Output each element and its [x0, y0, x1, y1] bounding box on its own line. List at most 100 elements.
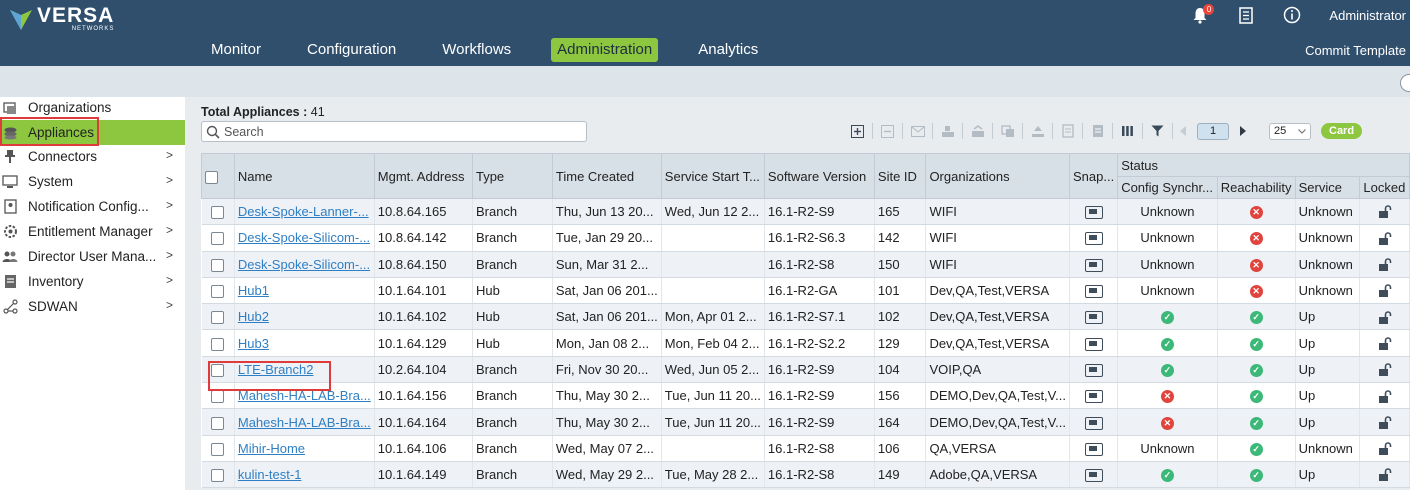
snapshot-icon[interactable]: [1084, 232, 1103, 246]
appliance-name-link[interactable]: Desk-Spoke-Silicom-...: [238, 257, 370, 272]
snapshot-icon[interactable]: [1084, 285, 1103, 299]
column-header-service[interactable]: Service: [1294, 176, 1361, 199]
snapshot-icon[interactable]: [1084, 469, 1103, 483]
appliance-name-link[interactable]: Desk-Spoke-Silicom-...: [238, 230, 370, 245]
row-checkbox[interactable]: [211, 416, 225, 430]
email-button[interactable]: [908, 123, 927, 140]
nav-administration[interactable]: Administration: [551, 38, 659, 62]
table-row[interactable]: Mahesh-HA-LAB-Bra... 10.1.64.164 Branch Thu…: [201, 408, 1410, 436]
row-checkbox[interactable]: [211, 390, 225, 404]
appliance-name-link[interactable]: Hub2: [238, 309, 269, 324]
search-input[interactable]: Search: [201, 121, 587, 142]
sidebar-item-entitlement-manager[interactable]: Entitlement Manager >: [0, 219, 185, 244]
upload-button[interactable]: [1028, 123, 1047, 140]
row-checkbox[interactable]: [211, 442, 225, 456]
clone-button[interactable]: [998, 123, 1017, 140]
row-select[interactable]: [201, 224, 235, 252]
column-header-time-created[interactable]: Time Created: [551, 153, 662, 199]
refresh-circle-button[interactable]: [1400, 74, 1410, 92]
unlock-icon[interactable]: [1378, 231, 1392, 246]
row-select[interactable]: [201, 408, 235, 436]
sidebar-item-inventory[interactable]: Inventory >: [0, 269, 185, 294]
unlock-icon[interactable]: [1378, 389, 1392, 404]
previous-page-button[interactable]: [1178, 123, 1188, 140]
sync-button[interactable]: [968, 123, 987, 140]
sidebar-item-sdwan[interactable]: SDWAN >: [0, 294, 185, 319]
table-row[interactable]: Hub1 10.1.64.101 Hub Sat, Jan 06 201... 16.1…: [201, 277, 1410, 305]
table-row[interactable]: Mihir-Home 10.1.64.106 Branch Wed, May 07 2…: [201, 435, 1410, 462]
commit-template-button[interactable]: Commit Template: [1305, 43, 1406, 58]
row-checkbox[interactable]: [211, 337, 225, 351]
column-header-config-sync[interactable]: Config Synchr...: [1117, 176, 1218, 199]
column-header-software-version[interactable]: Software Version: [763, 153, 875, 199]
appliance-name-link[interactable]: Hub1: [238, 283, 269, 298]
table-row[interactable]: kulin-test-1 10.1.64.149 Branch Wed, May 29…: [201, 461, 1410, 489]
appliance-name-link[interactable]: Hub3: [238, 336, 269, 351]
appliance-name-link[interactable]: Desk-Spoke-Lanner-...: [238, 204, 369, 219]
snapshot-icon[interactable]: [1084, 337, 1103, 351]
table-row[interactable]: Hub3 10.1.64.129 Hub Mon, Jan 08 2... Mon, F…: [201, 329, 1410, 357]
row-select[interactable]: [201, 461, 235, 489]
table-row[interactable]: LTE-Branch2 10.2.64.104 Branch Fri, Nov 30 …: [201, 356, 1410, 384]
tasks-button[interactable]: [1234, 3, 1258, 27]
snapshot-icon[interactable]: [1084, 206, 1103, 220]
unlock-icon[interactable]: [1378, 442, 1392, 456]
row-checkbox[interactable]: [211, 232, 225, 246]
unlock-icon[interactable]: [1378, 416, 1392, 430]
snapshot-icon[interactable]: [1084, 390, 1103, 404]
export-button[interactable]: [1058, 123, 1077, 140]
column-header-type[interactable]: Type: [471, 153, 553, 199]
report-button[interactable]: [1088, 123, 1107, 140]
column-chooser-button[interactable]: [1118, 123, 1137, 140]
column-header-mgmt-address[interactable]: Mgmt. Address: [373, 153, 473, 199]
row-checkbox[interactable]: [211, 285, 225, 299]
row-select[interactable]: [201, 435, 235, 462]
row-select[interactable]: [201, 198, 235, 226]
notifications-button[interactable]: 0: [1188, 3, 1215, 27]
user-menu[interactable]: Administrator: [1329, 8, 1406, 23]
unlock-icon[interactable]: [1378, 310, 1392, 325]
snapshot-icon[interactable]: [1084, 442, 1103, 456]
row-checkbox[interactable]: [211, 469, 225, 483]
table-row[interactable]: Hub2 10.1.64.102 Hub Sat, Jan 06 201... Mon,…: [201, 303, 1410, 331]
select-all-header[interactable]: [201, 153, 235, 199]
add-button[interactable]: [848, 123, 867, 140]
select-all-checkbox[interactable]: [205, 170, 218, 184]
column-header-service-start-time[interactable]: Service Start T...: [660, 153, 765, 199]
sidebar-item-notification-config[interactable]: Notification Config... >: [0, 194, 185, 219]
column-header-site-id[interactable]: Site ID: [873, 153, 927, 199]
deploy-button[interactable]: [938, 123, 957, 140]
next-page-button[interactable]: [1238, 123, 1248, 140]
unlock-icon[interactable]: [1378, 468, 1392, 482]
row-checkbox[interactable]: [211, 258, 225, 272]
unlock-icon[interactable]: [1378, 258, 1392, 272]
row-select[interactable]: [201, 329, 235, 357]
nav-monitor[interactable]: Monitor: [205, 38, 267, 62]
sidebar-item-director-user-management[interactable]: Director User Mana... >: [0, 244, 185, 269]
column-header-reachability[interactable]: Reachability: [1216, 176, 1296, 199]
column-header-organizations[interactable]: Organizations: [925, 153, 1070, 199]
sidebar-item-connectors[interactable]: Connectors >: [0, 144, 185, 169]
row-checkbox[interactable]: [211, 311, 225, 325]
versa-logo[interactable]: VERSA NETWORKS: [8, 5, 114, 32]
appliance-name-link[interactable]: Mahesh-HA-LAB-Bra...: [238, 415, 371, 430]
column-header-snapshot[interactable]: Snap...: [1068, 153, 1119, 199]
snapshot-icon[interactable]: [1084, 258, 1103, 272]
snapshot-icon[interactable]: [1084, 416, 1103, 430]
column-header-locked[interactable]: Locked: [1359, 176, 1410, 199]
unlock-icon[interactable]: [1378, 337, 1392, 351]
row-select[interactable]: [201, 303, 235, 331]
sidebar-item-system[interactable]: System >: [0, 169, 185, 194]
nav-configuration[interactable]: Configuration: [301, 38, 402, 62]
filter-button[interactable]: [1148, 123, 1167, 140]
nav-analytics[interactable]: Analytics: [692, 38, 764, 62]
unlock-icon[interactable]: [1378, 363, 1392, 377]
table-row[interactable]: Mahesh-HA-LAB-Bra... 10.1.64.156 Branch Thu…: [201, 382, 1410, 410]
snapshot-icon[interactable]: [1084, 363, 1103, 377]
column-header-name[interactable]: Name: [233, 153, 375, 199]
info-button[interactable]: [1280, 3, 1304, 27]
appliance-name-link[interactable]: kulin-test-1: [238, 467, 302, 482]
table-row[interactable]: Desk-Spoke-Silicom-... 10.8.64.142 Branch T…: [201, 224, 1410, 252]
table-row[interactable]: Desk-Spoke-Lanner-... 10.8.64.165 Branch Th…: [201, 198, 1410, 226]
nav-workflows[interactable]: Workflows: [436, 38, 517, 62]
